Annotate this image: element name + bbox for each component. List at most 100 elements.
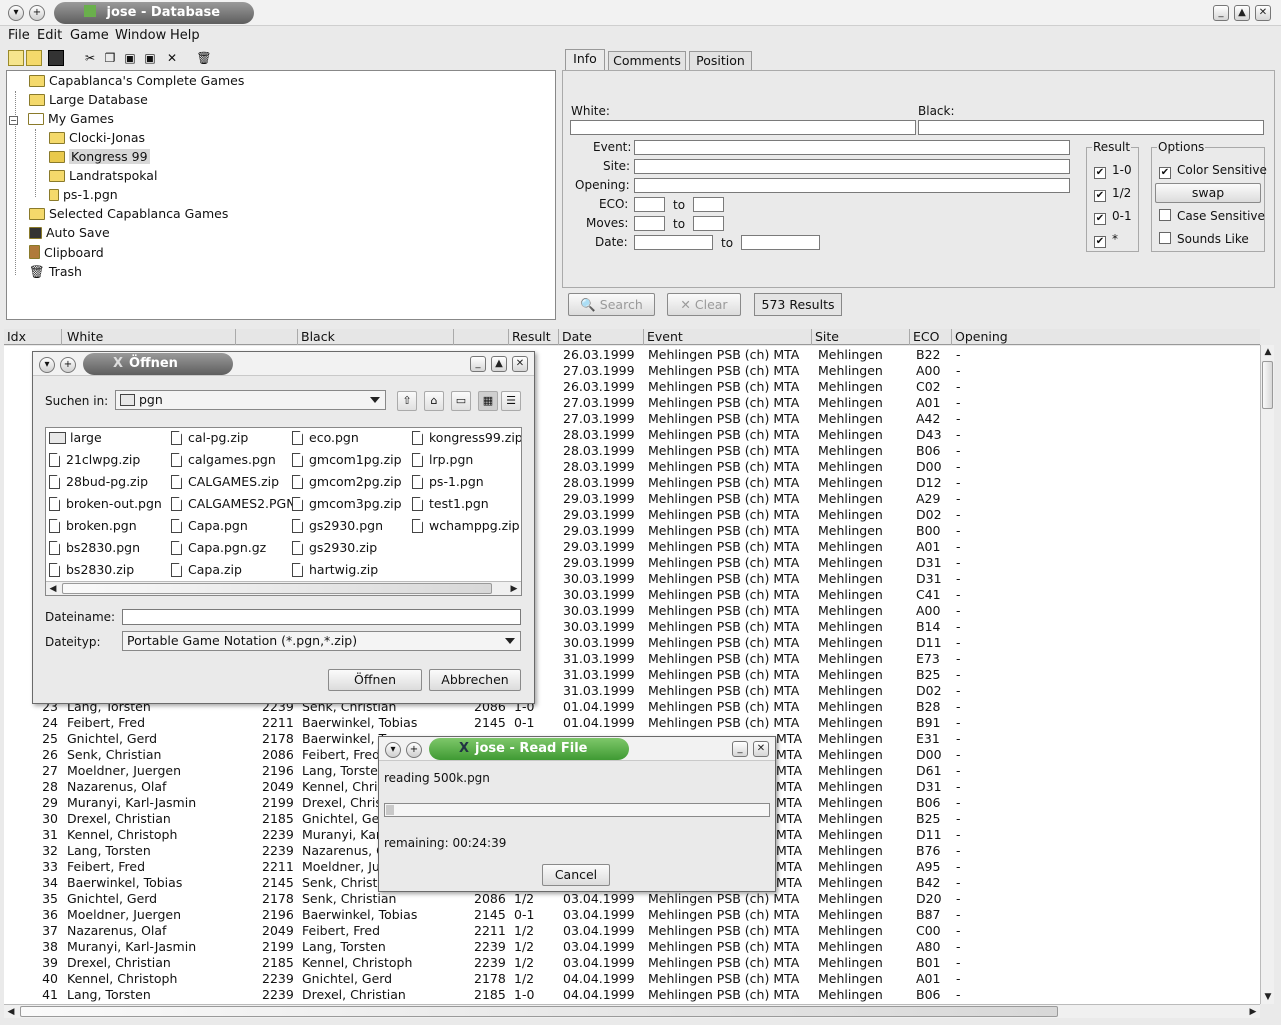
- scroll-up-icon[interactable]: ▲: [1261, 345, 1275, 359]
- file-item[interactable]: gmcom3pg.zip: [292, 495, 402, 513]
- col-date[interactable]: Date: [559, 329, 644, 345]
- file-item[interactable]: Capa.zip: [171, 561, 242, 579]
- new-folder-icon[interactable]: ▭: [451, 391, 471, 411]
- table-vscroll-thumb[interactable]: [1262, 361, 1273, 409]
- collapse-icon[interactable]: −: [9, 116, 18, 125]
- opening-field[interactable]: [634, 178, 1070, 193]
- tree-item-auto-save[interactable]: Auto Save: [29, 223, 110, 242]
- tree-item-clocki-jonas[interactable]: Clocki-Jonas: [49, 128, 145, 147]
- folder-item[interactable]: large: [49, 429, 102, 447]
- tree-item-clipboard[interactable]: Clipboard: [29, 243, 104, 262]
- table-hscrollbar[interactable]: ◀ ▶: [4, 1004, 1260, 1018]
- col-idx[interactable]: Idx: [4, 329, 62, 345]
- dialog-close-icon[interactable]: ✕: [753, 741, 769, 757]
- dialog-minimize-icon[interactable]: _: [470, 356, 486, 372]
- scroll-right-icon[interactable]: ▶: [507, 582, 521, 596]
- file-item[interactable]: CALGAMES.zip: [171, 473, 279, 491]
- table-hscroll-thumb[interactable]: [20, 1006, 1058, 1017]
- read-cancel-button[interactable]: Cancel: [542, 864, 610, 886]
- col-event[interactable]: Event: [644, 329, 812, 345]
- file-item[interactable]: hartwig.zip: [292, 561, 378, 579]
- sounds-like-checkbox[interactable]: Sounds Like: [1159, 232, 1249, 246]
- menu-file[interactable]: File: [8, 28, 30, 43]
- file-item[interactable]: lrp.pgn: [412, 451, 473, 469]
- up-folder-icon[interactable]: ⇧: [397, 391, 417, 411]
- maximize-icon[interactable]: ▲: [1234, 5, 1250, 21]
- scroll-left-icon[interactable]: ◀: [4, 1005, 18, 1019]
- table-row[interactable]: 38 Muranyi, Karl-Jasmin 2199 Lang, Torsten 2…: [4, 939, 1260, 955]
- copy-icon[interactable]: ❐: [102, 50, 118, 66]
- new-database-icon[interactable]: [8, 50, 24, 66]
- delete-icon[interactable]: ✕: [164, 50, 180, 66]
- menu-edit[interactable]: Edit: [37, 28, 62, 43]
- tree-item-ps-1[interactable]: ps-1.pgn: [49, 185, 118, 204]
- scroll-down-icon[interactable]: ▼: [1261, 990, 1275, 1004]
- file-item[interactable]: ps-1.pgn: [412, 473, 484, 491]
- table-row[interactable]: 36 Moeldner, Juergen 2196 Baerwinkel, Tobia…: [4, 907, 1260, 923]
- table-row[interactable]: 35 Gnichtel, Gerd 2178 Senk, Christian 2086 1…: [4, 891, 1260, 907]
- filename-input[interactable]: [122, 609, 521, 625]
- file-item[interactable]: wchamppg.zip: [412, 517, 520, 535]
- scroll-right-icon[interactable]: ▶: [1246, 1005, 1260, 1019]
- open-button[interactable]: Öffnen: [328, 669, 422, 691]
- file-item[interactable]: bs2830.zip: [49, 561, 134, 579]
- file-item[interactable]: gmcom1pg.zip: [292, 451, 402, 469]
- col-white[interactable]: White: [64, 329, 236, 345]
- tree-item-selected-capablanca[interactable]: Selected Capablanca Games: [29, 204, 228, 223]
- file-item[interactable]: gmcom2pg.zip: [292, 473, 402, 491]
- table-row[interactable]: 40 Kennel, Christoph 2239 Gnichtel, Gerd 217…: [4, 971, 1260, 987]
- col-eco[interactable]: ECO: [910, 329, 952, 345]
- scroll-left-icon[interactable]: ◀: [46, 582, 60, 596]
- minimize-icon[interactable]: _: [1213, 5, 1229, 21]
- file-item[interactable]: kongress99.zip: [412, 429, 521, 447]
- table-row[interactable]: 24 Feibert, Fred 2211 Baerwinkel, Tobias 214…: [4, 715, 1260, 731]
- moves-to-field[interactable]: [693, 216, 724, 231]
- date-to-field[interactable]: [741, 235, 820, 250]
- file-item[interactable]: broken.pgn: [49, 517, 137, 535]
- file-list-hscrollbar[interactable]: ◀ ▶: [46, 581, 521, 595]
- case-sensitive-checkbox[interactable]: Case Sensitive: [1159, 209, 1265, 223]
- table-vscrollbar[interactable]: ▲ ▼: [1260, 345, 1274, 1004]
- menu-window[interactable]: Window: [115, 28, 166, 43]
- col-site[interactable]: Site: [812, 329, 910, 345]
- cancel-button[interactable]: Abbrechen: [429, 669, 521, 691]
- file-item[interactable]: eco.pgn: [292, 429, 359, 447]
- close-icon[interactable]: ✕: [1255, 5, 1271, 21]
- file-item[interactable]: test1.pgn: [412, 495, 489, 513]
- black-field[interactable]: [918, 120, 1264, 135]
- clear-button[interactable]: ✕ Clear: [667, 293, 741, 316]
- save-icon[interactable]: [48, 50, 64, 66]
- file-item[interactable]: gs2930.pgn: [292, 517, 383, 535]
- file-item[interactable]: cal-pg.zip: [171, 429, 248, 447]
- color-sensitive-checkbox[interactable]: ✔ Color Sensitive: [1159, 163, 1267, 179]
- file-item[interactable]: 21clwpg.zip: [49, 451, 140, 469]
- filetype-combo[interactable]: Portable Game Notation (*.pgn,*.zip): [122, 631, 521, 651]
- event-field[interactable]: [634, 140, 1070, 155]
- swap-button[interactable]: swap: [1155, 183, 1261, 203]
- paste-special-icon[interactable]: ▣: [142, 50, 158, 66]
- tree-item-my-games[interactable]: − My Games: [9, 109, 114, 128]
- paste-icon[interactable]: ▣: [122, 50, 138, 66]
- file-item[interactable]: bs2830.pgn: [49, 539, 140, 557]
- tab-position[interactable]: Position: [689, 51, 752, 70]
- white-field[interactable]: [570, 120, 916, 135]
- tab-info[interactable]: Info: [565, 49, 605, 70]
- moves-from-field[interactable]: [634, 216, 665, 231]
- search-button[interactable]: 🔍 Search: [568, 293, 655, 316]
- menu-help[interactable]: Help: [170, 28, 200, 43]
- table-row[interactable]: 41 Lang, Torsten 2239 Drexel, Christian 2185…: [4, 987, 1260, 1003]
- result-0-1-checkbox[interactable]: ✔ 0-1: [1094, 209, 1132, 225]
- dialog-menu-icon[interactable]: ▾: [385, 742, 401, 758]
- file-item[interactable]: calgames.pgn: [171, 451, 276, 469]
- dialog-close-icon[interactable]: ✕: [512, 356, 528, 372]
- file-item[interactable]: 28bud-pg.zip: [49, 473, 148, 491]
- dialog-maximize-icon[interactable]: ▲: [491, 356, 507, 372]
- dialog-minimize-icon[interactable]: _: [732, 741, 748, 757]
- tree-item-landratspokal[interactable]: Landratspokal: [49, 166, 157, 185]
- result-1-0-checkbox[interactable]: ✔ 1-0: [1094, 163, 1132, 179]
- details-view-icon[interactable]: ☰: [501, 391, 521, 411]
- col-white-elo[interactable]: [236, 329, 298, 345]
- file-item[interactable]: broken-out.pgn: [49, 495, 162, 513]
- tree-item-kongress-99[interactable]: Kongress 99: [49, 147, 150, 166]
- eco-to-field[interactable]: [693, 197, 724, 212]
